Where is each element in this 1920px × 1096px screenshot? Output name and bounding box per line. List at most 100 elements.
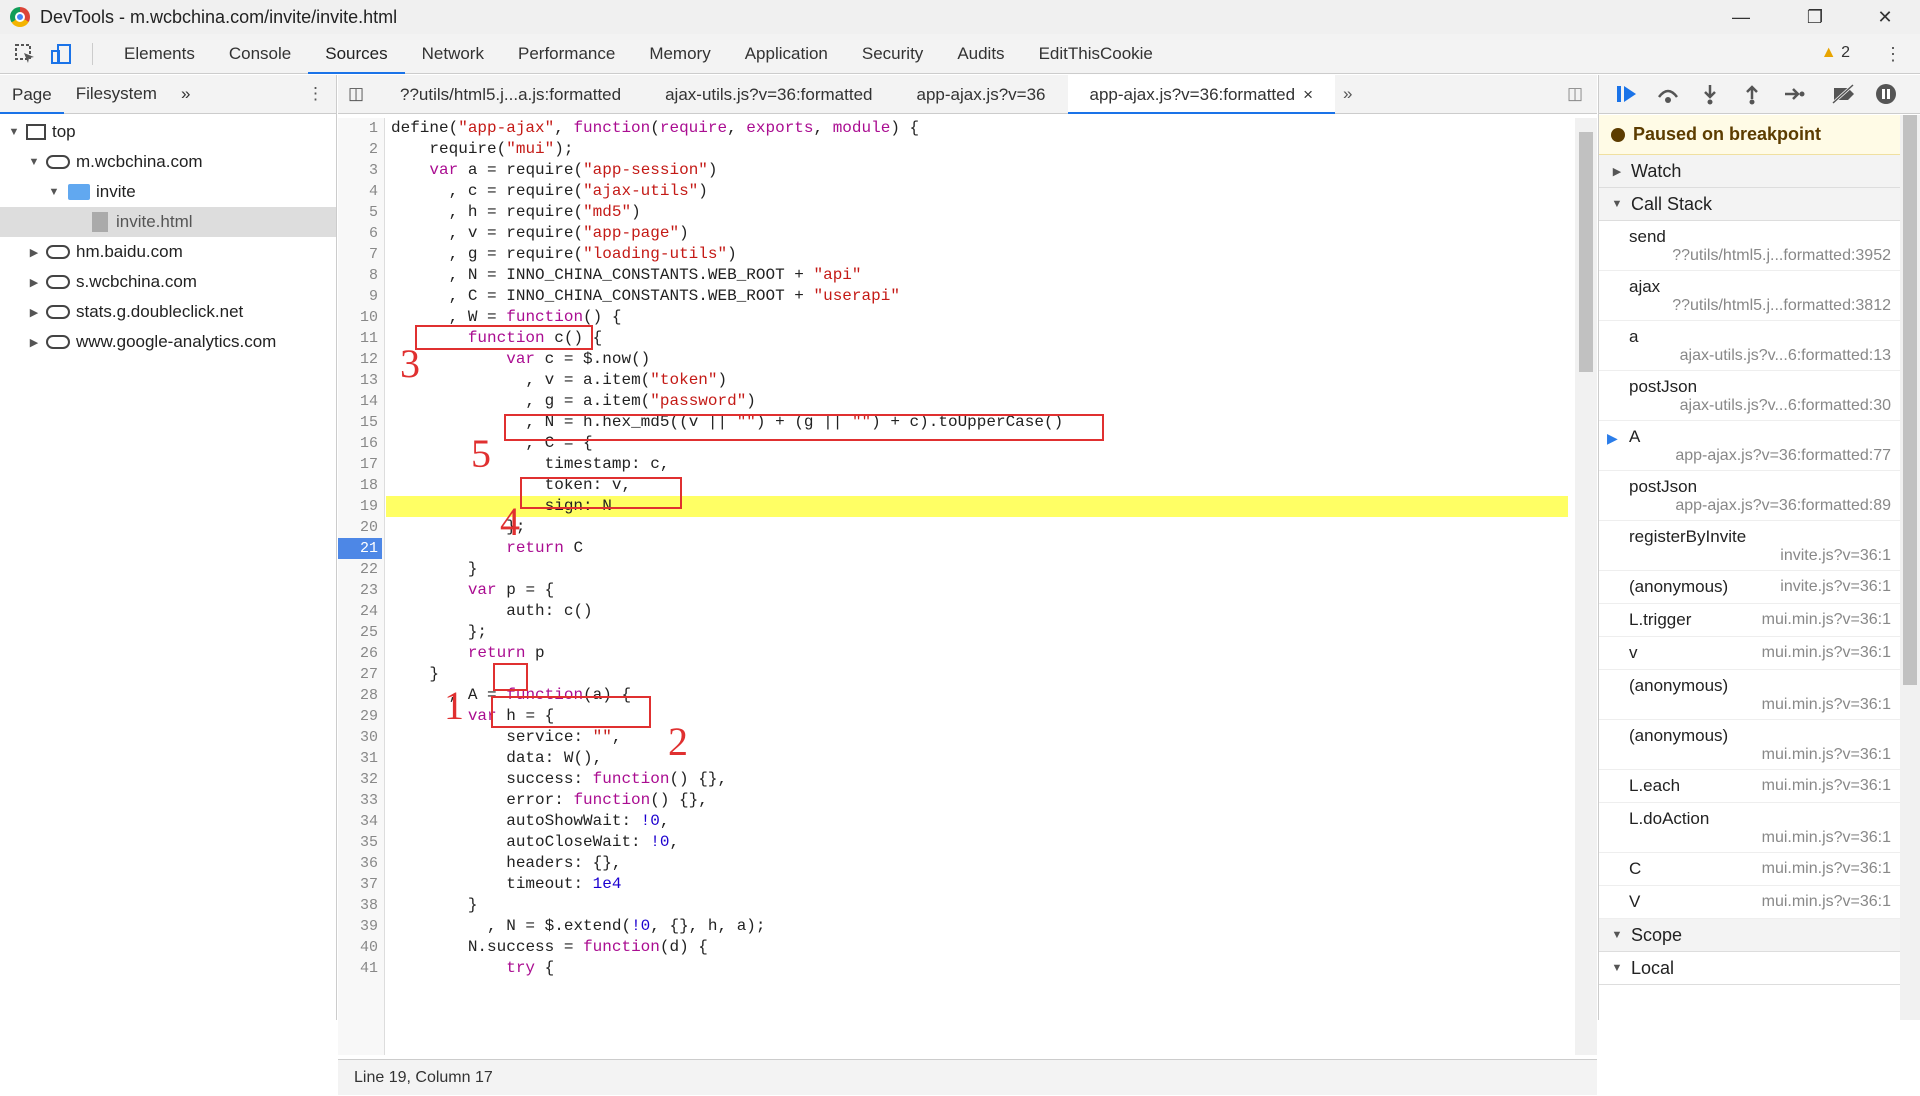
call-frame[interactable]: v mui.min.js?v=36:1 — [1599, 637, 1901, 670]
code-line[interactable]: 9 , C = INNO_CHINA_CONSTANTS.WEB_ROOT + … — [338, 286, 1568, 307]
code-line[interactable]: 32 success: function() {}, — [338, 769, 1568, 790]
code-line[interactable]: 17 timestamp: c, — [338, 454, 1568, 475]
file-tab[interactable]: ??utils/html5.j...a.js:formatted — [378, 75, 643, 114]
line-number[interactable]: 1 — [338, 118, 378, 139]
line-number[interactable]: 14 — [338, 391, 378, 412]
call-frame-location[interactable]: mui.min.js?v=36:1 — [1762, 777, 1891, 795]
call-frame[interactable]: postJson app-ajax.js?v=36:formatted:89 — [1599, 471, 1901, 521]
call-frame-location[interactable]: invite.js?v=36:1 — [1780, 578, 1891, 596]
call-frame[interactable]: ▶ Aapp-ajax.js?v=36:formatted:77 — [1599, 421, 1901, 471]
tab-network[interactable]: Network — [405, 34, 501, 74]
expanded-triangle-icon[interactable]: ▼ — [46, 186, 62, 198]
line-number[interactable]: 15 — [338, 412, 378, 433]
toggle-debugger-icon[interactable]: ◫ — [1567, 84, 1583, 104]
line-number[interactable]: 23 — [338, 580, 378, 601]
line-number[interactable]: 20 — [338, 517, 378, 538]
code-line[interactable]: 7 , g = require("loading-utils") — [338, 244, 1568, 265]
call-frame[interactable]: postJson ajax-utils.js?v...6:formatted:30 — [1599, 371, 1901, 421]
line-number[interactable]: 27 — [338, 664, 378, 685]
expanded-triangle-icon[interactable]: ▼ — [26, 156, 42, 168]
code-line[interactable]: 31 data: W(), — [338, 748, 1568, 769]
tab-performance[interactable]: Performance — [501, 34, 632, 74]
line-number[interactable]: 28 — [338, 685, 378, 706]
code-line[interactable]: 12 var c = $.now() — [338, 349, 1568, 370]
code-line[interactable]: 40 N.success = function(d) { — [338, 937, 1568, 958]
line-number[interactable]: 39 — [338, 916, 378, 937]
code-line[interactable]: 4 , c = require("ajax-utils") — [338, 181, 1568, 202]
code-line[interactable]: 13 , v = a.item("token") — [338, 370, 1568, 391]
line-number[interactable]: 24 — [338, 601, 378, 622]
tree-item[interactable]: ▶ stats.g.doubleclick.net — [0, 297, 336, 327]
line-number[interactable]: 30 — [338, 727, 378, 748]
code-line[interactable]: 1 define("app-ajax", function(require, ex… — [338, 118, 1568, 139]
call-frame[interactable]: (anonymous) invite.js?v=36:1 — [1599, 571, 1901, 604]
line-number[interactable]: 3 — [338, 160, 378, 181]
collapsed-triangle-icon[interactable]: ▶ — [26, 276, 42, 289]
close-window-button[interactable]: ✕ — [1862, 0, 1908, 34]
code-line[interactable]: 36 headers: {}, — [338, 853, 1568, 874]
call-frame[interactable]: L.each mui.min.js?v=36:1 — [1599, 770, 1901, 803]
tree-item[interactable]: ▼ invite — [0, 177, 336, 207]
code-line[interactable]: 25 }; — [338, 622, 1568, 643]
code-line[interactable]: 20 }; — [338, 517, 1568, 538]
code-line[interactable]: 34 autoShowWait: !0, — [338, 811, 1568, 832]
line-number[interactable]: 22 — [338, 559, 378, 580]
call-frame-location[interactable]: mui.min.js?v=36:1 — [1629, 696, 1891, 714]
call-frame-location[interactable]: ajax-utils.js?v...6:formatted:13 — [1629, 347, 1891, 365]
section-scope[interactable]: ▼ Scope — [1599, 919, 1901, 952]
tab-elements[interactable]: Elements — [107, 34, 212, 74]
collapsed-triangle-icon[interactable]: ▶ — [26, 246, 42, 259]
tree-item[interactable]: ▼ m.wcbchina.com — [0, 147, 336, 177]
line-number[interactable]: 40 — [338, 937, 378, 958]
call-frame[interactable]: Cmui.min.js?v=36:1 — [1599, 853, 1901, 886]
call-frame[interactable]: Vmui.min.js?v=36:1 — [1599, 886, 1901, 919]
navigator-menu-icon[interactable]: ⋮ — [295, 84, 336, 104]
section-watch[interactable]: ▶ Watch — [1599, 155, 1901, 188]
line-number[interactable]: 32 — [338, 769, 378, 790]
collapsed-triangle-icon[interactable]: ▶ — [26, 306, 42, 319]
debugger-scrollbar-thumb[interactable] — [1903, 115, 1917, 685]
debugger-scrollbar[interactable] — [1900, 115, 1920, 1020]
call-frame-location[interactable]: mui.min.js?v=36:1 — [1762, 893, 1891, 911]
call-frame-location[interactable]: ajax-utils.js?v...6:formatted:30 — [1629, 397, 1891, 415]
tab-console[interactable]: Console — [212, 34, 308, 74]
call-frame-location[interactable]: mui.min.js?v=36:1 — [1762, 860, 1891, 878]
line-number[interactable]: 29 — [338, 706, 378, 727]
line-number[interactable]: 9 — [338, 286, 378, 307]
code-line[interactable]: 41 try { — [338, 958, 1568, 979]
call-frame-location[interactable]: mui.min.js?v=36:1 — [1629, 746, 1891, 764]
line-number[interactable]: 35 — [338, 832, 378, 853]
step-icon[interactable] — [1781, 81, 1807, 107]
step-over-icon[interactable] — [1655, 81, 1681, 107]
call-frame[interactable]: send ??utils/html5.j...formatted:3952 — [1599, 221, 1901, 271]
line-number[interactable]: 8 — [338, 265, 378, 286]
scope-local[interactable]: ▼ Local — [1599, 952, 1901, 985]
code-line[interactable]: 22 } — [338, 559, 1568, 580]
code-editor[interactable]: 1 define("app-ajax", function(require, ex… — [338, 118, 1568, 1055]
warnings-badge[interactable]: ▲ 2 — [1821, 44, 1850, 62]
file-tab[interactable]: ajax-utils.js?v=36:formatted — [643, 75, 894, 114]
call-frame[interactable]: a ajax-utils.js?v...6:formatted:13 — [1599, 321, 1901, 371]
tree-item[interactable]: invite.html — [0, 207, 336, 237]
expanded-triangle-icon[interactable]: ▼ — [6, 126, 22, 138]
line-number[interactable]: 11 — [338, 328, 378, 349]
line-number[interactable]: 25 — [338, 622, 378, 643]
device-toggle-icon[interactable] — [46, 39, 76, 69]
editor-scrollbar-thumb[interactable] — [1579, 132, 1593, 372]
step-out-icon[interactable] — [1739, 81, 1765, 107]
call-frame-location[interactable]: invite.js?v=36:1 — [1629, 547, 1891, 565]
tree-item[interactable]: ▼ top — [0, 117, 336, 147]
code-line[interactable]: 14 , g = a.item("password") — [338, 391, 1568, 412]
call-frame[interactable]: L.doAction mui.min.js?v=36:1 — [1599, 803, 1901, 853]
tab-sources[interactable]: Sources — [308, 34, 405, 74]
code-line[interactable]: 2 require("mui"); — [338, 139, 1568, 160]
code-line[interactable]: 6 , v = require("app-page") — [338, 223, 1568, 244]
line-number[interactable]: 41 — [338, 958, 378, 979]
line-number[interactable]: 33 — [338, 790, 378, 811]
code-line[interactable]: 38 } — [338, 895, 1568, 916]
call-frame-location[interactable]: app-ajax.js?v=36:formatted:77 — [1629, 447, 1891, 465]
tab-filesystem[interactable]: Filesystem — [64, 84, 169, 104]
minimize-button[interactable]: — — [1718, 0, 1764, 34]
code-line[interactable]: 23 var p = { — [338, 580, 1568, 601]
section-call-stack[interactable]: ▼ Call Stack — [1599, 188, 1901, 221]
